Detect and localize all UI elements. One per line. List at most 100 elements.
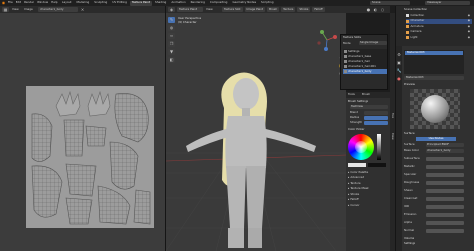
visibility-eye-icon[interactable]: ◉ bbox=[468, 14, 472, 18]
viewport-3d[interactable]: ✎ ◍ ≈ ❐ ▼ ◧ User Perspective (9) Charact… bbox=[166, 13, 346, 251]
visibility-eye-icon[interactable]: ◉ bbox=[468, 19, 472, 23]
image-editor-canvas[interactable] bbox=[0, 13, 165, 251]
workspace-tab[interactable]: Sculpting bbox=[92, 1, 109, 6]
soften-tool-icon[interactable]: ◍ bbox=[168, 25, 175, 31]
property-value-field[interactable] bbox=[426, 205, 464, 209]
object-props-icon[interactable]: ▣ bbox=[397, 60, 402, 65]
workspace-tab[interactable]: Geometry Nodes bbox=[230, 1, 258, 6]
viewport-header-item[interactable]: Texture Slot bbox=[222, 7, 243, 12]
editor-type-icon[interactable]: ◈ bbox=[168, 7, 175, 12]
workspace-tab[interactable]: Layout bbox=[60, 1, 74, 6]
mode-dropdown[interactable]: Single Image bbox=[359, 41, 387, 45]
shading-material-icon[interactable]: ◐ bbox=[373, 7, 378, 12]
property-value-field[interactable] bbox=[426, 221, 464, 225]
property-row[interactable]: Roughness bbox=[404, 179, 468, 187]
property-row[interactable]: Normal bbox=[404, 227, 468, 235]
mask-tool-icon[interactable]: ◧ bbox=[168, 57, 175, 63]
property-value-field[interactable] bbox=[426, 197, 464, 201]
navigation-gizmo[interactable] bbox=[316, 29, 338, 51]
brush-settings-header[interactable]: Brush Settings bbox=[348, 100, 368, 104]
mode-selector[interactable]: Texture Paint bbox=[177, 7, 203, 12]
outliner-item[interactable]: Light ◉ bbox=[406, 35, 472, 41]
property-value-field[interactable] bbox=[426, 173, 464, 177]
image-selector[interactable]: character1_body bbox=[38, 7, 78, 12]
close-icon[interactable]: × bbox=[80, 7, 85, 12]
workspace-tab[interactable]: UV Editing bbox=[110, 1, 129, 6]
visibility-eye-icon[interactable]: ◉ bbox=[468, 25, 472, 29]
color-picker-header[interactable]: Color Picker bbox=[348, 128, 365, 132]
workspace-tab[interactable]: Texture Paint bbox=[129, 0, 152, 6]
workspace-tab[interactable]: Modeling bbox=[75, 1, 92, 6]
section-preview[interactable]: Preview bbox=[404, 83, 415, 87]
property-value-field[interactable] bbox=[426, 165, 464, 169]
property-row[interactable]: Alpha bbox=[404, 219, 468, 227]
visibility-eye-icon[interactable]: ◉ bbox=[468, 30, 472, 34]
workspace-tab[interactable]: Scripting bbox=[259, 1, 275, 6]
material-name-field[interactable]: Material.003 bbox=[404, 76, 464, 80]
top-menu-item[interactable]: Edit bbox=[16, 1, 21, 5]
material-props-icon[interactable]: ● bbox=[397, 76, 402, 81]
property-row[interactable]: Emission bbox=[404, 211, 468, 219]
menu-view[interactable]: View bbox=[12, 8, 19, 12]
use-nodes-button[interactable]: Use Nodes bbox=[416, 137, 456, 141]
section-surface[interactable]: Surface bbox=[404, 132, 415, 136]
top-menu-item[interactable]: Render bbox=[24, 1, 34, 5]
shading-solid-icon[interactable]: ● bbox=[366, 7, 371, 12]
menu-view[interactable]: View bbox=[206, 8, 213, 12]
scene-selector[interactable]: Scene bbox=[370, 1, 410, 5]
draw-tool-icon[interactable]: ✎ bbox=[168, 17, 175, 23]
color-swatch-primary[interactable] bbox=[348, 163, 366, 167]
top-menu-item[interactable]: File bbox=[8, 1, 13, 5]
tab-brush[interactable]: Brush bbox=[362, 93, 370, 97]
property-value-field[interactable] bbox=[426, 157, 464, 161]
smear-tool-icon[interactable]: ≈ bbox=[168, 33, 175, 39]
section-settings[interactable]: Settings bbox=[404, 242, 415, 246]
menu-image[interactable]: Image bbox=[24, 8, 33, 12]
viewport-header-item[interactable]: Stroke bbox=[297, 7, 311, 12]
property-row[interactable]: Subsurface bbox=[404, 155, 468, 163]
property-row[interactable]: Metallic bbox=[404, 163, 468, 171]
base-color-field[interactable]: character1_body bbox=[426, 149, 464, 153]
workspace-tab[interactable]: Animation bbox=[169, 1, 187, 6]
blend-field[interactable] bbox=[364, 111, 388, 115]
property-value-field[interactable] bbox=[426, 181, 464, 185]
value-slider[interactable] bbox=[377, 134, 381, 160]
row-radius[interactable]: Radius bbox=[350, 116, 359, 120]
property-row[interactable]: Clearcoat bbox=[404, 195, 468, 203]
viewport-header-item[interactable]: Falloff bbox=[312, 7, 325, 12]
radius-field[interactable] bbox=[364, 116, 388, 120]
material-slot-list[interactable]: Material.003 bbox=[404, 50, 464, 74]
surface-shader-field[interactable]: Principled BSDF bbox=[426, 143, 464, 147]
visibility-eye-icon[interactable]: ◉ bbox=[468, 36, 472, 40]
top-menu-item[interactable]: Help bbox=[51, 1, 57, 5]
blender-logo-icon[interactable]: ◉ bbox=[1, 1, 6, 5]
section-volume[interactable]: Volume bbox=[404, 237, 414, 241]
workspace-tab[interactable]: Shading bbox=[153, 1, 168, 6]
viewport-header-item[interactable]: Brush bbox=[267, 7, 280, 12]
brush-selector[interactable]: TexDraw bbox=[350, 105, 388, 109]
tab-tools[interactable]: Tools bbox=[348, 93, 355, 97]
property-row[interactable]: Specular bbox=[404, 171, 468, 179]
fill-tool-icon[interactable]: ▼ bbox=[168, 49, 175, 55]
row-strength[interactable]: Strength bbox=[350, 121, 362, 125]
shading-render-icon[interactable]: ○ bbox=[380, 7, 385, 12]
n-tab-tool[interactable]: Tool bbox=[391, 113, 394, 118]
property-value-field[interactable] bbox=[426, 213, 464, 217]
editor-type-icon[interactable]: ▦ bbox=[2, 7, 9, 12]
row-blend[interactable]: Blend bbox=[350, 111, 358, 115]
workspace-tab[interactable]: Rendering bbox=[189, 1, 207, 6]
property-row[interactable]: IOR bbox=[404, 203, 468, 211]
clone-tool-icon[interactable]: ❐ bbox=[168, 41, 175, 47]
strength-field[interactable] bbox=[364, 121, 388, 125]
color-swatch-secondary[interactable] bbox=[368, 163, 386, 167]
tool-props-icon[interactable]: ⚙ bbox=[397, 52, 402, 57]
workspace-tab[interactable]: Compositing bbox=[208, 1, 230, 6]
top-menu-item[interactable]: Window bbox=[37, 1, 48, 5]
material-slot[interactable]: Material.003 bbox=[405, 51, 463, 55]
property-value-field[interactable] bbox=[426, 189, 464, 193]
modifier-props-icon[interactable]: 🔧 bbox=[397, 68, 402, 73]
texture-slot-item[interactable]: character1_body bbox=[343, 69, 387, 74]
property-value-field[interactable] bbox=[426, 229, 464, 233]
viewport-header-item[interactable]: Image Paint bbox=[244, 7, 266, 12]
view-layer-selector[interactable]: ViewLayer bbox=[425, 1, 470, 5]
